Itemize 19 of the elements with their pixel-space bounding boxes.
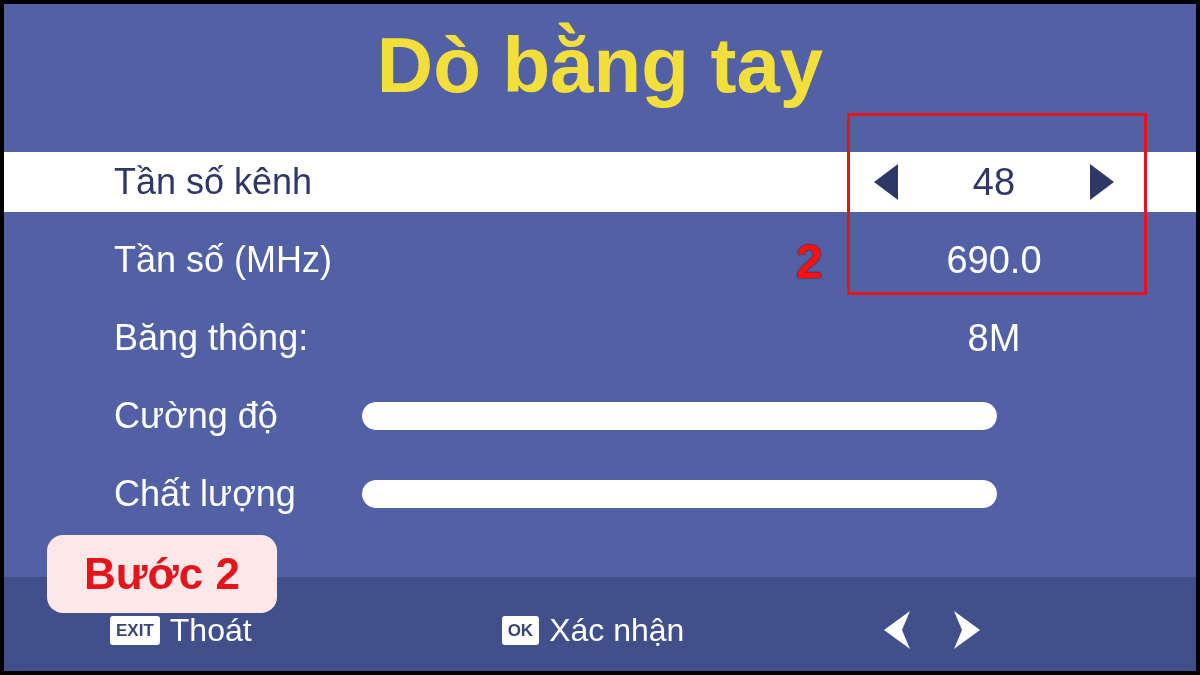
row-value: 48 [972, 159, 1016, 205]
row-value: 8M [967, 315, 1021, 361]
footer-label: Xác nhận [549, 611, 685, 650]
row-label: Chất lượng [114, 472, 297, 516]
step-badge: Bước 2 [47, 535, 277, 613]
row-label: Cường độ [114, 394, 279, 438]
row-label: Tần số kênh [114, 160, 314, 204]
row-label: Băng thông: [114, 316, 310, 360]
remote-key: EXIT [110, 615, 160, 645]
selected-row-highlight[interactable]: Tần số kênh 48 [4, 152, 1196, 212]
footer-label: Thoát [169, 611, 252, 650]
row-value: 690.0 [946, 237, 1042, 283]
row-label: Tần số (MHz) [114, 238, 334, 282]
right-arrow-icon[interactable] [1090, 164, 1114, 200]
annotation-number: 2 [796, 238, 823, 286]
left-chevron-icon [884, 611, 913, 649]
left-arrow-icon[interactable] [874, 164, 898, 200]
remote-key: OK [501, 615, 540, 645]
right-chevron-icon [952, 611, 981, 649]
